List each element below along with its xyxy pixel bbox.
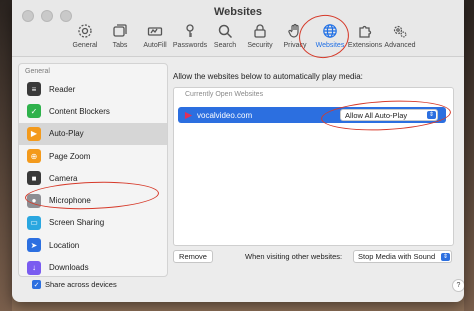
desktop-background-left xyxy=(0,0,12,311)
sidebar-section-header: General xyxy=(25,68,50,75)
reader-icon: ≡ xyxy=(27,82,41,97)
other-websites-label: When visiting other websites: xyxy=(245,252,343,261)
other-websites-select[interactable]: Stop Media with Sound ⇕ xyxy=(353,250,452,263)
sidebar-item-label: Reader xyxy=(49,84,76,94)
help-button[interactable]: ? xyxy=(452,279,464,292)
sidebar-item-label: Downloads xyxy=(49,263,89,273)
tab-general[interactable]: General xyxy=(68,22,102,49)
checkbox-checked-icon[interactable]: ✓ xyxy=(32,280,41,289)
key-icon xyxy=(180,22,200,40)
sidebar-item-screen-sharing[interactable]: ▭ Screen Sharing xyxy=(19,212,167,234)
window-title: Websites xyxy=(213,6,263,18)
sidebar-item-label: Camera xyxy=(49,173,78,183)
chevron-updown-icon: ⇕ xyxy=(441,253,450,261)
puzzle-icon xyxy=(355,22,375,40)
section-header: Currently Open Websites xyxy=(185,91,264,98)
site-name: vocalvideo.com xyxy=(197,110,253,120)
gears-icon xyxy=(390,22,410,40)
location-icon: ➤ xyxy=(27,238,41,253)
tabs-icon xyxy=(110,22,130,40)
sidebar-item-label: Auto-Play xyxy=(49,129,84,139)
downloads-icon: ↓ xyxy=(27,260,41,275)
site-favicon-icon xyxy=(184,111,193,119)
screen-sharing-icon: ▭ xyxy=(27,215,41,230)
zoom-icon: ⊕ xyxy=(27,149,41,164)
sidebar-item-downloads[interactable]: ↓ Downloads xyxy=(19,256,167,276)
tab-autofill[interactable]: AutoFill xyxy=(138,22,172,49)
share-label: Share across devices xyxy=(45,280,117,289)
sidebar-item-page-zoom[interactable]: ⊕ Page Zoom xyxy=(19,145,167,167)
tab-label: General xyxy=(72,42,98,49)
tab-advanced[interactable]: Advanced xyxy=(383,22,417,49)
tab-search[interactable]: Search xyxy=(208,22,242,49)
sidebar-item-content-blockers[interactable]: ✓ Content Blockers xyxy=(19,100,167,122)
title-bar: Websites General Tabs AutoFill Passwords… xyxy=(12,0,464,62)
select-value: Stop Media with Sound xyxy=(358,252,436,261)
annotation-circle-websites xyxy=(296,11,352,62)
search-icon xyxy=(215,22,235,40)
share-across-devices[interactable]: ✓ Share across devices xyxy=(32,280,117,289)
tab-security[interactable]: Security xyxy=(243,22,277,49)
tab-label: Extensions xyxy=(347,42,383,49)
camera-icon: ■ xyxy=(27,171,41,186)
tab-label: Passwords xyxy=(172,42,208,49)
tab-label: Tabs xyxy=(112,42,128,49)
sidebar-item-label: Location xyxy=(49,240,80,250)
remove-button[interactable]: Remove xyxy=(173,250,213,263)
tab-tabs[interactable]: Tabs xyxy=(103,22,137,49)
sidebar: General ≡ Reader ✓ Content Blockers ▶ Au… xyxy=(18,63,168,277)
sidebar-item-auto-play[interactable]: ▶ Auto-Play xyxy=(19,122,167,145)
preferences-toolbar: General Tabs AutoFill Passwords Search S… xyxy=(68,22,418,49)
sidebar-item-label: Content Blockers xyxy=(49,106,110,116)
tab-passwords[interactable]: Passwords xyxy=(173,22,207,49)
sidebar-item-label: Screen Sharing xyxy=(49,218,105,228)
sidebar-item-label: Page Zoom xyxy=(49,151,91,161)
shield-check-icon: ✓ xyxy=(27,104,41,119)
autofill-icon xyxy=(145,22,165,40)
tab-label: Advanced xyxy=(384,42,416,49)
sidebar-item-location[interactable]: ➤ Location xyxy=(19,234,167,256)
tab-label: Security xyxy=(247,42,273,49)
autoplay-description: Allow the websites below to automaticall… xyxy=(173,72,363,81)
tab-label: Search xyxy=(213,42,237,49)
tab-label: AutoFill xyxy=(143,42,167,49)
desktop-background-right xyxy=(464,0,474,311)
play-icon: ▶ xyxy=(27,126,41,141)
preferences-window: Websites General Tabs AutoFill Passwords… xyxy=(12,0,464,302)
lock-icon xyxy=(250,22,270,40)
sidebar-item-reader[interactable]: ≡ Reader xyxy=(19,78,167,100)
tab-extensions[interactable]: Extensions xyxy=(348,22,382,49)
gear-icon xyxy=(75,22,95,40)
